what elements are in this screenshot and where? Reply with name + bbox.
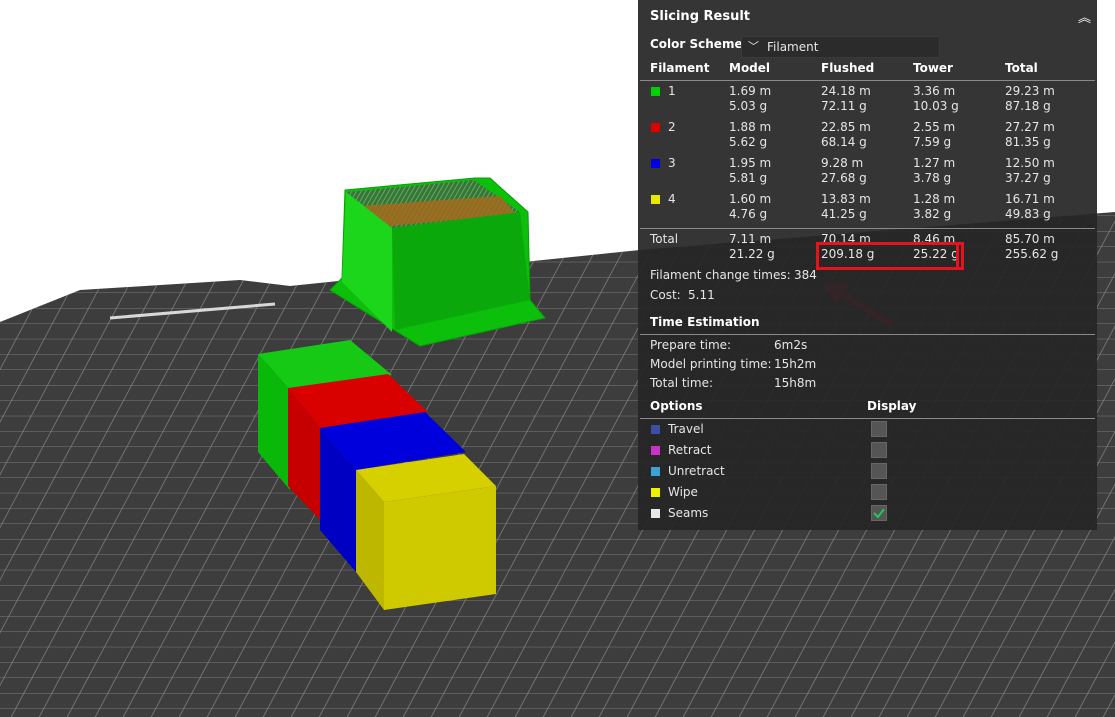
wipe-display-checkbox[interactable] (871, 484, 887, 500)
filament-1-total-length: 29.23 m (1005, 84, 1055, 98)
filament-4-total-length: 16.71 m (1005, 192, 1055, 206)
yellow-cube[interactable] (356, 454, 496, 610)
unretract-swatch (651, 467, 660, 476)
total-label: Total (650, 232, 679, 246)
filament-2-tower-length: 2.55 m (913, 120, 956, 134)
filament-1-tower-length: 3.36 m (913, 84, 956, 98)
retract-swatch (651, 446, 660, 455)
time-divider (640, 334, 1095, 335)
highlight-divider (956, 242, 959, 270)
time-estimation-title: Time Estimation (650, 315, 760, 329)
filament-3-model-weight: 5.81 g (729, 171, 768, 185)
column-header-total: Total (1005, 61, 1038, 75)
total-divider (640, 228, 1095, 229)
prepare-time-label: Prepare time: (650, 338, 732, 352)
filament-2-total-length: 27.27 m (1005, 120, 1055, 134)
travel-display-checkbox[interactable] (871, 421, 887, 437)
color-scheme-dropdown[interactable]: ﹀ Filament (741, 36, 940, 58)
total-total-weight: 255.62 g (1005, 247, 1059, 261)
filament-1-id: 1 (668, 84, 676, 98)
travel-swatch (651, 425, 660, 434)
option-retract-label: Retract (668, 443, 712, 457)
filament-2-flushed-weight: 68.14 g (821, 135, 867, 149)
filament-4-tower-length: 1.28 m (913, 192, 956, 206)
filament-4-total-weight: 49.83 g (1005, 207, 1051, 221)
total-time-label: Total time: (650, 376, 713, 390)
filament-4-swatch (651, 195, 660, 204)
filament-1-model-weight: 5.03 g (729, 99, 768, 113)
checkmark-icon (873, 508, 885, 519)
header-divider (640, 80, 1095, 81)
filament-3-flushed-length: 9.28 m (821, 156, 864, 170)
filament-1-flushed-length: 24.18 m (821, 84, 871, 98)
unretract-display-checkbox[interactable] (871, 463, 887, 479)
total-model-weight: 21.22 g (729, 247, 775, 261)
filament-4-model-length: 1.60 m (729, 192, 772, 206)
wipe-swatch (651, 488, 660, 497)
column-header-flushed: Flushed (821, 61, 875, 75)
filament-2-swatch (651, 123, 660, 132)
filament-2-tower-weight: 7.59 g (913, 135, 952, 149)
filament-4-flushed-weight: 41.25 g (821, 207, 867, 221)
column-header-filament: Filament (650, 61, 710, 75)
filament-2-id: 2 (668, 120, 676, 134)
filament-3-total-length: 12.50 m (1005, 156, 1055, 170)
filament-2-model-weight: 5.62 g (729, 135, 768, 149)
filament-1-total-weight: 87.18 g (1005, 99, 1051, 113)
filament-3-tower-weight: 3.78 g (913, 171, 952, 185)
option-seams-label: Seams (668, 506, 709, 520)
filament-change-label: Filament change times: (650, 268, 791, 282)
column-header-tower: Tower (913, 61, 953, 75)
color-scheme-label: Color Scheme (650, 37, 743, 51)
options-divider (640, 418, 1095, 419)
filament-3-id: 3 (668, 156, 676, 170)
filament-1-model-length: 1.69 m (729, 84, 772, 98)
slicing-result-panel: Slicing Result ︽ Color Scheme ﹀ Filament… (638, 0, 1097, 530)
prepare-time-value: 6m2s (774, 338, 808, 352)
filament-3-tower-length: 1.27 m (913, 156, 956, 170)
options-header: Options (650, 399, 703, 413)
total-total-length: 85.70 m (1005, 232, 1055, 246)
filament-2-flushed-length: 22.85 m (821, 120, 871, 134)
panel-title: Slicing Result (650, 9, 751, 24)
filament-4-id: 4 (668, 192, 676, 206)
filament-4-tower-weight: 3.82 g (913, 207, 952, 221)
total-model-length: 7.11 m (729, 232, 772, 246)
filament-2-model-length: 1.88 m (729, 120, 772, 134)
option-wipe-label: Wipe (668, 485, 698, 499)
total-time-value: 15h8m (774, 376, 817, 390)
filament-change-value: 384 (794, 268, 817, 282)
highlight-box (816, 242, 964, 270)
filament-3-swatch (651, 159, 660, 168)
model-printing-time-label: Model printing time: (650, 357, 772, 371)
chevron-down-icon: ﹀ (748, 40, 759, 53)
filament-3-model-length: 1.95 m (729, 156, 772, 170)
filament-1-swatch (651, 87, 660, 96)
model-printing-time-value: 15h2m (774, 357, 817, 371)
filament-1-flushed-weight: 72.11 g (821, 99, 867, 113)
display-header: Display (867, 399, 917, 413)
seams-display-checkbox[interactable] (871, 505, 887, 521)
filament-4-flushed-length: 13.83 m (821, 192, 871, 206)
retract-display-checkbox[interactable] (871, 442, 887, 458)
option-unretract-label: Unretract (668, 464, 725, 478)
filament-3-flushed-weight: 27.68 g (821, 171, 867, 185)
filament-2-total-weight: 81.35 g (1005, 135, 1051, 149)
cost-value: 5.11 (688, 288, 715, 302)
collapse-icon[interactable]: ︽ (1078, 7, 1091, 26)
option-travel-label: Travel (668, 422, 704, 436)
filament-1-tower-weight: 10.03 g (913, 99, 959, 113)
filament-3-total-weight: 37.27 g (1005, 171, 1051, 185)
cost-label: Cost: (650, 288, 681, 302)
column-header-model: Model (729, 61, 771, 75)
seams-swatch (651, 509, 660, 518)
filament-4-model-weight: 4.76 g (729, 207, 768, 221)
color-scheme-value: Filament (767, 40, 819, 54)
